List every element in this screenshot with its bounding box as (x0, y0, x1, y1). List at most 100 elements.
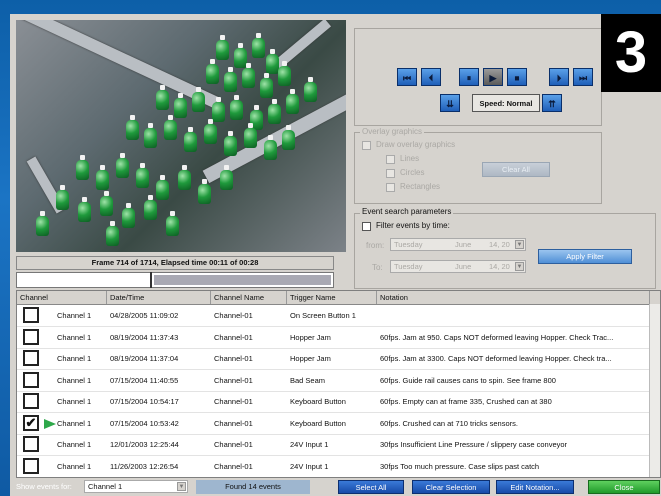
table-row[interactable]: Channel 1 07/15/2004 10:54:17 Channel-01 Ke… (17, 391, 650, 413)
cell-name: Channel-01 (214, 418, 253, 428)
overlay-group-label: Overlay graphics (360, 127, 425, 136)
lines-label: Lines (400, 154, 420, 163)
speed-down-button[interactable]: ⇊ (440, 94, 460, 112)
skip-end-button[interactable]: ⏭ (573, 68, 593, 86)
lines-checkbox[interactable] (386, 155, 395, 164)
rectangles-checkbox[interactable] (386, 183, 395, 192)
step-number-badge: 3 (601, 14, 661, 92)
col-notation[interactable]: Notation (377, 291, 650, 304)
bottle (260, 73, 273, 98)
cell-channel: Channel 1 (57, 375, 92, 385)
to-month: June (455, 262, 472, 271)
progress-thumb[interactable] (150, 272, 152, 288)
bottle (282, 125, 295, 150)
cell-channel: Channel 1 (57, 461, 92, 471)
footer-bar: Show events for: Channel 1 ▼ Found 14 ev… (10, 480, 661, 496)
row-checkbox[interactable]: ✔ (23, 414, 39, 431)
table-scrollbar[interactable] (649, 304, 660, 477)
chevron-down-icon[interactable]: ▼ (177, 482, 186, 491)
from-month: June (455, 240, 472, 249)
to-day: Tuesday (394, 262, 423, 271)
frame-info: Frame 714 of 1714, Elapsed time 00:11 of… (16, 256, 334, 270)
select-all-button[interactable]: Select All (338, 480, 404, 494)
row-checkbox[interactable] (23, 457, 39, 474)
cell-datetime: 12/01/2003 12:25:44 (110, 440, 179, 449)
cell-notation: 30fps Insufficient Line Pressure / slipp… (380, 440, 568, 449)
from-label: from: (366, 241, 385, 250)
channel-select[interactable]: Channel 1 ▼ (84, 480, 188, 493)
review-window: Frame 714 of 1714, Elapsed time 00:11 of… (10, 14, 661, 496)
cell-channel: Channel 1 (57, 354, 92, 363)
clear-all-button[interactable]: Clear All (482, 162, 550, 177)
cell-name: Channel-01 (214, 375, 253, 385)
table-row[interactable]: Channel 1 12/01/2003 12:25:44 Channel-01 24… (17, 434, 650, 456)
play-button[interactable]: ▶ (483, 68, 503, 86)
bottle (204, 119, 217, 144)
show-events-label: Show events for: (16, 482, 72, 491)
table-row[interactable]: Channel 1 11/26/2003 12:26:54 Channel-01 24… (17, 456, 650, 477)
draw-overlay-checkbox[interactable] (362, 141, 371, 150)
to-date-picker[interactable]: Tuesday June 14, 20 ▼ (390, 260, 526, 273)
bottle (156, 175, 169, 200)
chevron-down-icon[interactable]: ▼ (515, 262, 524, 271)
bottle (106, 221, 119, 246)
speed-display: Speed: Normal (472, 94, 540, 112)
bottle (216, 35, 229, 60)
bottle (244, 123, 257, 148)
cell-datetime: 04/28/2005 11:09:02 (110, 311, 179, 320)
cell-datetime: 07/15/2004 10:54:17 (110, 397, 179, 406)
bottle (100, 191, 113, 216)
circles-checkbox[interactable] (386, 169, 395, 178)
edit-notation-button[interactable]: Edit Notation... (496, 480, 574, 494)
bottle (116, 153, 129, 178)
event-search-label: Event search parameters (360, 207, 454, 216)
to-label: To: (372, 263, 383, 272)
table-row[interactable]: ✔ Channel 1 07/15/2004 10:53:42 Channel-01 K… (17, 413, 650, 435)
bottle (278, 61, 291, 86)
speed-up-button[interactable]: ⇈ (542, 94, 562, 112)
table-row[interactable]: Channel 1 07/15/2004 11:40:55 Channel-01 Ba… (17, 370, 650, 392)
stop-button[interactable]: ⏹ (507, 68, 527, 86)
cell-channel: Channel 1 (57, 440, 92, 449)
event-count: Found 14 events (196, 480, 310, 494)
pause-button[interactable]: ⏸ (459, 68, 479, 86)
row-checkbox[interactable] (23, 371, 39, 388)
step-back-button[interactable]: ⏴ (421, 68, 441, 86)
filter-time-checkbox[interactable] (362, 222, 371, 231)
cell-channel: Channel 1 (57, 397, 92, 406)
cell-trigger: Hopper Jam (290, 332, 331, 342)
apply-filter-button[interactable]: Apply Filter (538, 249, 632, 264)
to-date: 14, 20 (489, 262, 510, 271)
skip-start-button[interactable]: ⏮ (397, 68, 417, 86)
col-channel[interactable]: Channel (17, 291, 107, 304)
cell-trigger: Hopper Jam (290, 354, 331, 363)
row-checkbox[interactable] (23, 350, 39, 366)
table-row[interactable]: Channel 1 08/19/2004 11:37:04 Channel-01 Ho… (17, 348, 650, 370)
chevron-down-icon[interactable]: ▼ (515, 240, 524, 249)
cell-name: Channel-01 (214, 354, 253, 363)
table-row[interactable]: Channel 1 04/28/2005 11:09:02 Channel-01 On… (17, 305, 650, 327)
close-button[interactable]: Close (588, 480, 660, 494)
row-checkbox[interactable] (23, 436, 39, 452)
col-datetime[interactable]: Date/Time (107, 291, 211, 304)
from-date-picker[interactable]: Tuesday June 14, 20 ▼ (390, 238, 526, 251)
table-header: Channel Date/Time Channel Name Trigger N… (17, 291, 660, 305)
bottle (76, 155, 89, 180)
cell-notation: 60fps. Guide rail causes cans to spin. S… (380, 375, 556, 385)
step-forward-button[interactable]: ⏵ (549, 68, 569, 86)
col-channel-name[interactable]: Channel Name (211, 291, 287, 304)
conveyor-rail (270, 20, 332, 72)
clear-selection-button[interactable]: Clear Selection (412, 480, 490, 494)
table-row[interactable]: Channel 1 08/19/2004 11:37:43 Channel-01 Ho… (17, 327, 650, 349)
bottle (144, 123, 157, 148)
bottle (164, 115, 177, 140)
row-checkbox[interactable] (23, 393, 39, 409)
bottle (304, 77, 317, 102)
col-trigger-name[interactable]: Trigger Name (287, 291, 377, 304)
bottle (144, 195, 157, 220)
playback-progress[interactable] (16, 272, 334, 288)
row-checkbox[interactable] (23, 307, 39, 323)
bottle (230, 95, 243, 120)
cell-trigger: Bad Seam (290, 375, 326, 385)
row-checkbox[interactable] (23, 328, 39, 345)
